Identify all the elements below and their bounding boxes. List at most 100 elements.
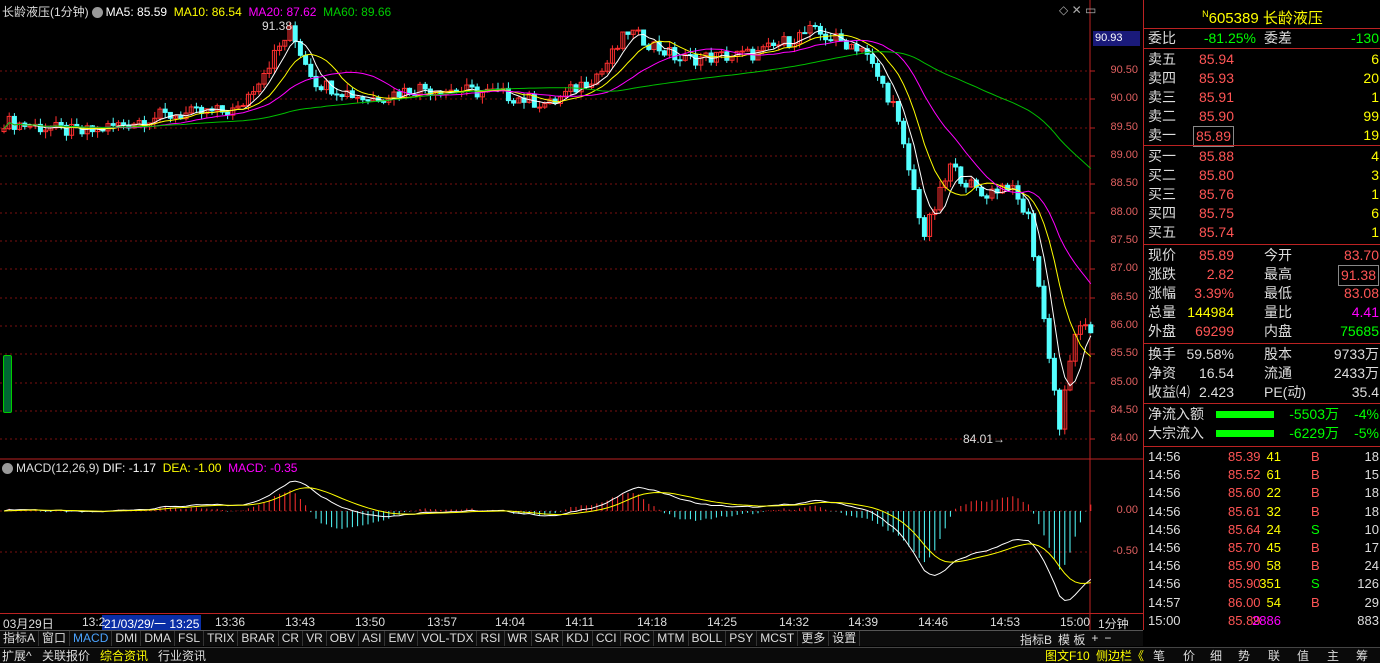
buy-row-volume: 1 [1371,224,1379,240]
stat-label2: 最高 [1264,266,1292,282]
toolbar-right-button[interactable]: − [1104,631,1111,648]
toolbar-button-DMA[interactable]: DMA [141,631,176,646]
toolbar-button-指标A[interactable]: 指标A [0,631,40,646]
flow-value: -5503万 [1289,406,1339,422]
candle-down [901,120,907,145]
diamond-icon[interactable]: ◇ [1059,3,1068,17]
toolbar-button-PSY[interactable]: PSY [726,631,758,646]
candle-down [625,31,631,35]
bottom-right-tab[interactable]: 笔 [1153,649,1165,663]
price-tick-label: 88.50 [1110,177,1138,189]
stat2-row-label: 收益⑷ [1148,384,1190,400]
candle-down [193,106,199,109]
buy-row: 买四 85.75 6 [1144,204,1380,223]
candle-down [303,54,309,65]
trade-side: B [1311,558,1320,574]
macd-settings-dot-icon[interactable] [2,463,13,474]
bottom-right-tab[interactable]: 势 [1238,649,1250,663]
trade-side: S [1311,521,1320,537]
price-tick-label: 90.00 [1110,92,1138,104]
toolbar-right-button[interactable]: + [1091,631,1098,648]
toolbar-right-button[interactable]: 模 板 [1058,631,1085,648]
high-annotation: 91.38 [262,19,292,33]
toolbar-button-BOLL[interactable]: BOLL [689,631,727,646]
bottom-right-tab[interactable]: 筹 [1356,649,1368,663]
sell-row-price: 85.90 [1198,108,1234,124]
time-tick-label: 14:25 [707,615,738,629]
toolbar-button-RSI[interactable]: RSI [477,631,505,646]
toolbar-button-ROC[interactable]: ROC [621,631,655,646]
candle-down [422,83,428,90]
toolbar-button-OBV[interactable]: OBV [327,631,360,646]
candle-up [355,96,361,99]
toolbar-button-设置[interactable]: 设置 [829,631,861,646]
bottom-tab[interactable]: 行业资讯 [158,649,206,663]
toolbar-button-WR[interactable]: WR [505,631,532,646]
main-legend: 长龄液压(1分钟) MA5: 85.59 MA10: 86.54 MA20: 87… [2,3,391,20]
candle-up [719,51,725,54]
trade-price: 85.70 [1228,540,1261,555]
toolbar-button-VOL-TDX[interactable]: VOL-TDX [418,631,478,646]
sell-row-price: 85.89 [1192,126,1234,147]
toolbar-button-SAR[interactable]: SAR [532,631,564,646]
candle-down [396,91,402,98]
stat-row-label: 涨跌 [1148,266,1176,282]
toolbar-button-EMV[interactable]: EMV [385,631,419,646]
settings-dot-icon[interactable] [91,7,103,18]
bottom-tab[interactable]: 关联报价 [42,649,90,663]
toolbar-button-TRIX[interactable]: TRIX [204,631,239,646]
toolbar-button-更多[interactable]: 更多 [798,631,830,646]
sell-row: 卖一 85.89 19 [1144,126,1380,147]
trade-row: 14:56 85.61 32 B 18 [1144,503,1380,521]
sell-row-price: 85.93 [1198,70,1234,86]
buy-row-volume: 1 [1371,186,1379,202]
bottom-right-tab[interactable]: 细 [1210,649,1222,663]
candle-down [1051,357,1057,391]
sell-row-label: 卖五 [1148,51,1176,67]
stat-label2: 最低 [1264,285,1292,301]
candle-down [641,29,647,46]
toolbar-button-VR[interactable]: VR [303,631,327,646]
chart-canvas[interactable]: 91.38 84.01→ [0,0,1143,630]
trade-volume: 45 [1266,540,1281,555]
toolbar-button-ASI[interactable]: ASI [359,631,386,646]
bottom-right-tab[interactable]: 联 [1268,649,1280,663]
bottom-right-tab[interactable]: 值 [1297,649,1309,663]
bottom-right-tab[interactable]: 价 [1183,649,1195,663]
toolbar-button-CR[interactable]: CR [279,631,304,646]
minimize-icon[interactable]: ▭ [1085,3,1096,17]
toolbar-right-button[interactable]: 指标B [1020,631,1052,648]
bottom-right-tab[interactable]: 侧边栏《 [1096,649,1144,663]
toolbar-button-DMI[interactable]: DMI [112,631,142,646]
time-tick-label: 15:00 [1060,615,1091,629]
time-tick-label: 13:50 [355,615,386,629]
candle-down [911,169,917,191]
stat2-row: 收益⑷ 2.423 35.4 PE(动) [1144,383,1380,402]
bottom-right-tab[interactable]: 主 [1327,649,1339,663]
bottom-tab[interactable]: 扩展^ [2,649,32,663]
scroll-handle[interactable] [3,355,12,413]
stat-row: 涨跌 2.82 91.38 最高 [1144,265,1380,286]
bottom-right-tab[interactable]: 图文F10 [1045,649,1090,663]
toolbar-button-MACD[interactable]: MACD [70,631,113,646]
candle-down [958,166,964,184]
toolbar-button-MCST[interactable]: MCST [757,631,799,646]
candle-down [885,82,891,103]
bottom-tab[interactable]: 综合资讯 [100,649,148,663]
toolbar-button-FSL[interactable]: FSL [175,631,205,646]
sell-row: 卖二 85.90 99 [1144,107,1380,126]
candle-down [318,86,324,91]
toolbar-button-KDJ[interactable]: KDJ [563,631,593,646]
trade-volume: 58 [1266,558,1281,574]
stat-row: 总量 144984 4.41 量比 [1144,303,1380,322]
toolbar-button-CCI[interactable]: CCI [593,631,621,646]
close-icon[interactable]: ✕ [1072,3,1082,17]
toolbar-button-MTM[interactable]: MTM [654,631,689,646]
trade-price: 85.90 [1228,576,1261,592]
dif-label: DIF: -1.17 [102,461,157,475]
toolbar-button-BRAR[interactable]: BRAR [238,631,279,646]
candle-down [984,195,990,199]
toolbar-button-窗口[interactable]: 窗口 [39,631,71,646]
buy-row: 买五 85.74 1 [1144,223,1380,242]
candle-down [292,25,298,43]
